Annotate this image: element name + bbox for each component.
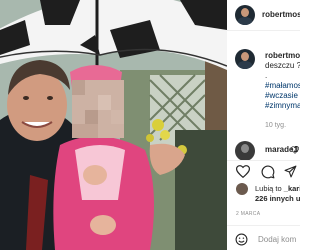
instagram-post-view: robertmos robertmos deszczu ? . #małamos… [0, 0, 300, 250]
author-avatar[interactable] [235, 5, 255, 25]
add-comment-input[interactable]: Dodaj kom [258, 235, 296, 245]
caption-username[interactable]: robertmos [265, 51, 300, 61]
actions-divider [227, 160, 300, 161]
photo-scene [0, 0, 227, 250]
post-photo[interactable] [0, 0, 227, 250]
comment-input-divider [227, 225, 300, 226]
hashtag-link[interactable]: #wczasie [265, 91, 298, 101]
hashtag-link[interactable]: #małamos [265, 81, 300, 91]
caption-avatar[interactable] [235, 49, 255, 69]
caption-time-ago: 10 tyg. [265, 122, 287, 129]
caption-text-line1: deszczu ? [265, 61, 300, 70]
heart-icon[interactable] [236, 165, 250, 178]
liker-avatar[interactable] [236, 183, 248, 195]
likes-prefix: Lubią to [255, 184, 282, 193]
likes-line1: Lubią to _kari [255, 184, 300, 194]
header-divider [227, 30, 300, 31]
post-date: 2 MARCA [236, 211, 261, 217]
likes-count[interactable]: 226 innych u [255, 194, 300, 204]
author-username[interactable]: robertmos [262, 10, 300, 20]
liker-username[interactable]: _kari [284, 184, 300, 193]
comment-icon[interactable] [261, 165, 275, 179]
commenter-avatar[interactable] [235, 141, 255, 161]
smile-icon[interactable] [235, 233, 248, 246]
hashtag-link[interactable]: #zimnyma [265, 101, 300, 111]
share-icon[interactable] [284, 165, 297, 178]
post-side-panel: robertmos robertmos deszczu ? . #małamos… [227, 0, 300, 250]
small-heart-icon[interactable] [291, 146, 299, 154]
caption-text-line2: . [265, 71, 268, 80]
